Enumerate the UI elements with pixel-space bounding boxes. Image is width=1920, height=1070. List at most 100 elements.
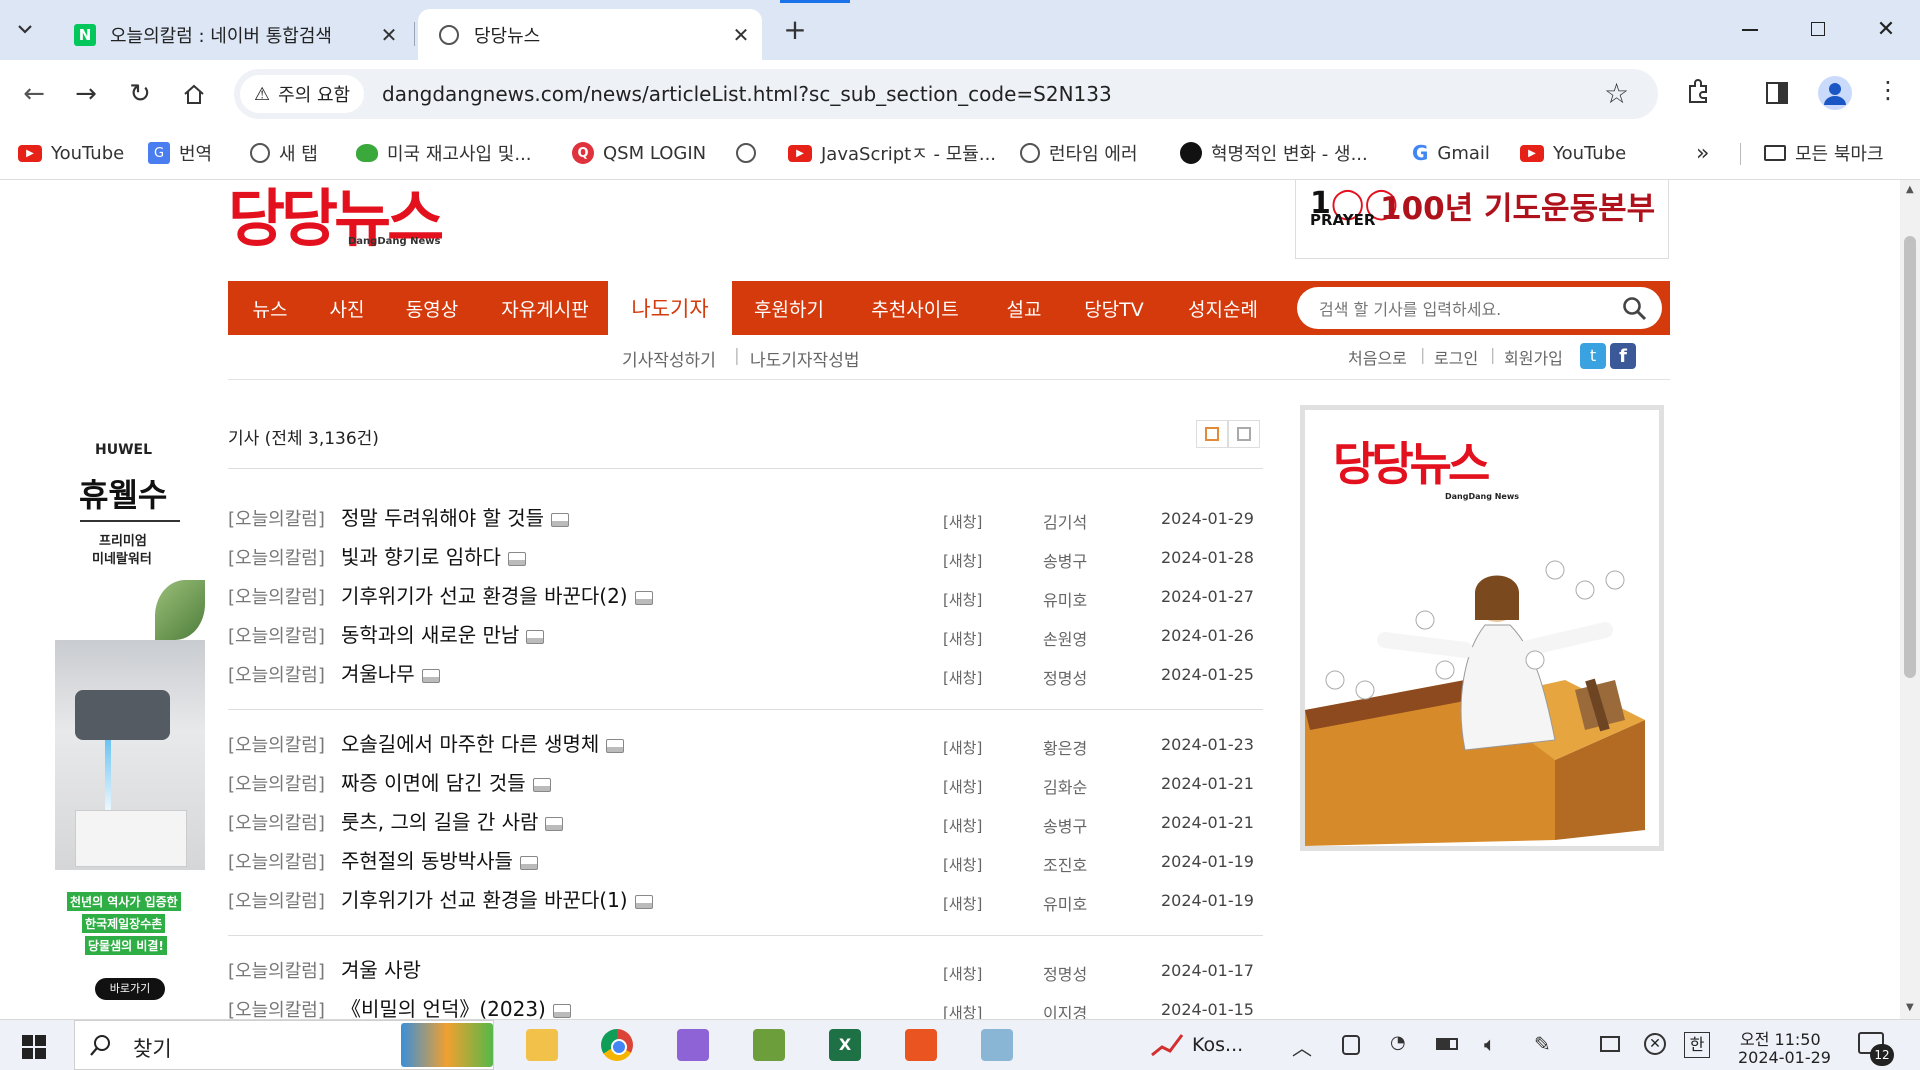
new-window-link[interactable]: [새창] <box>943 550 982 571</box>
extensions-icon[interactable] <box>1684 78 1714 108</box>
tab-dangdangnews[interactable]: 당당뉴스 ✕ <box>418 9 762 60</box>
nav-sermon[interactable]: 설교 <box>984 281 1064 335</box>
article-row[interactable]: [오늘의칼럼] 짜증 이면에 담긴 것들 [새창] 김화순 2024-01-21 <box>228 766 1258 805</box>
side-panel-icon[interactable] <box>1766 82 1788 104</box>
bookmark-new-tab[interactable]: 새 탭 <box>250 139 318 167</box>
left-ad-banner[interactable]: HUWEL 휴웰수 프리미엄 미네랄워터 천년의 역사가 입증한 한국제일장수촌… <box>55 430 205 1010</box>
minimize-button[interactable] <box>1730 18 1770 42</box>
profile-avatar[interactable] <box>1818 76 1852 110</box>
util-join[interactable]: 회원가입 <box>1504 345 1563 369</box>
new-window-link[interactable]: [새창] <box>943 667 982 688</box>
util-login[interactable]: 로그인 <box>1434 345 1478 369</box>
nav-photo[interactable]: 사진 <box>312 281 382 335</box>
prayer-banner[interactable]: 1◯◯ PRAYER 100년 기도운동본부 <box>1295 180 1669 259</box>
bookmark-youtube-2[interactable]: ▶ YouTube <box>1520 139 1626 167</box>
address-bar[interactable]: ⚠ 주의 요함 dangdangnews.com/news/articleLis… <box>234 69 1658 119</box>
nav-sites[interactable]: 추천사이트 <box>846 281 984 335</box>
back-button[interactable]: ← <box>12 72 56 116</box>
bookmark-runtime-error[interactable]: 런타임 에러 <box>1020 139 1138 167</box>
search-icon[interactable] <box>1622 296 1648 322</box>
article-title-link[interactable]: 기후위기가 선교 환경을 바꾼다(2) <box>341 580 653 609</box>
close-tab-icon[interactable]: ✕ <box>374 23 404 47</box>
article-title-link[interactable]: 기후위기가 선교 환경을 바꾼다(1) <box>341 884 653 913</box>
new-window-link[interactable]: [새창] <box>943 511 982 532</box>
restore-button[interactable] <box>1797 18 1837 42</box>
article-row[interactable]: [오늘의칼럼] 기후위기가 선교 환경을 바꾼다(2) [새창] 유미호 202… <box>228 579 1258 618</box>
reload-button[interactable]: ↻ <box>118 72 162 116</box>
bookmark-globe[interactable] <box>736 139 756 167</box>
blocked-icon[interactable]: ✕ <box>1644 1033 1666 1055</box>
article-row[interactable]: [오늘의칼럼] 룻츠, 그의 길을 간 사람 [새창] 송병구 2024-01-… <box>228 805 1258 844</box>
article-row[interactable]: [오늘의칼럼] 기후위기가 선교 환경을 바꾼다(1) [새창] 유미호 202… <box>228 883 1258 922</box>
notepad-plus-icon[interactable] <box>753 1029 785 1061</box>
article-title-link[interactable]: 정말 두려워해야 할 것들 <box>341 502 570 531</box>
wifi-icon[interactable]: ◔ <box>1390 1032 1406 1053</box>
bookmark-star-icon[interactable]: ☆ <box>1604 77 1629 110</box>
article-title-link[interactable]: 룻츠, 그의 길을 간 사람 <box>341 806 564 835</box>
submenu-write[interactable]: 기사작성하기 <box>622 346 716 371</box>
clock-date[interactable]: 2024-01-29 <box>1738 1048 1831 1066</box>
ad-cta-button[interactable]: 바로가기 <box>95 978 165 1000</box>
article-title-link[interactable]: 빛과 향기로 임하다 <box>341 541 526 570</box>
article-title-link[interactable]: 주현절의 동방박사들 <box>341 845 538 874</box>
article-title-link[interactable]: 짜증 이면에 담긴 것들 <box>341 767 551 796</box>
chevron-up-icon[interactable]: ︿ <box>1292 1032 1312 1061</box>
article-row[interactable]: [오늘의칼럼] 정말 두려워해야 할 것들 [새창] 김기석 2024-01-2… <box>228 501 1258 540</box>
list-view-toggle[interactable] <box>1196 420 1228 448</box>
scroll-down-arrow[interactable]: ▼ <box>1906 1002 1914 1013</box>
taskbar-search[interactable]: 찾기 <box>74 1020 494 1070</box>
nav-pilgrimage[interactable]: 성지순례 <box>1164 281 1282 335</box>
scrollbar-thumb[interactable] <box>1904 236 1916 678</box>
new-window-link[interactable]: [새창] <box>943 854 982 875</box>
tab-search-button[interactable] <box>8 12 42 46</box>
bookmark-gmail[interactable]: G Gmail <box>1412 139 1490 167</box>
bookmark-revolution[interactable]: 혁명적인 변화 - 생... <box>1180 139 1368 167</box>
scroll-up-arrow[interactable]: ▲ <box>1906 184 1914 195</box>
volume-icon[interactable]: 🔈︎ <box>1484 1032 1496 1056</box>
ime-indicator[interactable]: 한 <box>1684 1032 1710 1058</box>
ubuntu-icon[interactable] <box>905 1029 937 1061</box>
clock-time[interactable]: 오전 11:50 <box>1740 1026 1821 1050</box>
nav-video[interactable]: 동영상 <box>382 281 482 335</box>
app-icon[interactable] <box>981 1029 1013 1061</box>
bookmark-javascript[interactable]: ▶ JavaScriptㅈ - 모듈... <box>788 139 996 167</box>
nav-tv[interactable]: 당당TV <box>1064 281 1164 335</box>
article-row[interactable]: [오늘의칼럼] 겨울 사랑 [새창] 정명성 2024-01-17 <box>228 953 1258 992</box>
camera-icon[interactable] <box>1342 1035 1360 1055</box>
nav-board[interactable]: 자유게시판 <box>482 281 608 335</box>
article-title-link[interactable]: 겨울나무 <box>341 658 440 687</box>
bookmark-qsm[interactable]: Q QSM LOGIN <box>572 139 706 167</box>
right-ad-banner[interactable]: 당당뉴스 DangDang News <box>1300 405 1664 851</box>
submenu-howto[interactable]: 나도기자작성법 <box>750 346 859 371</box>
new-window-link[interactable]: [새창] <box>943 628 982 649</box>
menu-kebab-icon[interactable]: ⋮ <box>1876 76 1900 110</box>
kospi-widget[interactable]: Kos... <box>1150 1030 1243 1060</box>
file-explorer-icon[interactable] <box>526 1029 558 1061</box>
chrome-icon[interactable] <box>601 1029 633 1061</box>
battery-icon[interactable] <box>1436 1038 1458 1050</box>
article-row[interactable]: [오늘의칼럼] 동학과의 새로운 만남 [새창] 손원영 2024-01-26 <box>228 618 1258 657</box>
new-tab-button[interactable]: + <box>778 14 812 48</box>
nav-reporter[interactable]: 나도기자 <box>608 281 732 335</box>
close-tab-icon[interactable]: ✕ <box>726 23 756 47</box>
article-row[interactable]: [오늘의칼럼] 《비밀의 언덕》(2023) [새창] 이지경 2024-01-… <box>228 992 1258 1019</box>
home-button[interactable] <box>172 72 216 116</box>
search-input[interactable] <box>1317 295 1611 323</box>
article-row[interactable]: [오늘의칼럼] 오솔길에서 마주한 다른 생명체 [새창] 황은경 2024-0… <box>228 727 1258 766</box>
facebook-icon[interactable]: f <box>1610 343 1636 369</box>
twitter-icon[interactable]: t <box>1580 343 1606 369</box>
close-window-button[interactable]: ✕ <box>1866 14 1906 46</box>
nav-support[interactable]: 후원하기 <box>732 281 846 335</box>
article-title-link[interactable]: 동학과의 새로운 만남 <box>341 619 545 648</box>
article-row[interactable]: [오늘의칼럼] 겨울나무 [새창] 정명성 2024-01-25 <box>228 657 1258 696</box>
bookmark-youtube[interactable]: ▶ YouTube <box>18 139 124 167</box>
all-bookmarks[interactable]: 모든 북마크 <box>1764 139 1884 167</box>
new-window-link[interactable]: [새창] <box>943 963 982 984</box>
new-window-link[interactable]: [새창] <box>943 737 982 758</box>
forward-button[interactable]: → <box>64 72 108 116</box>
visual-studio-icon[interactable] <box>677 1029 709 1061</box>
new-window-link[interactable]: [새창] <box>943 893 982 914</box>
util-home[interactable]: 처음으로 <box>1348 345 1407 369</box>
new-window-link[interactable]: [새창] <box>943 589 982 610</box>
site-logo[interactable]: 당당뉴스 DangDang News <box>228 180 458 258</box>
